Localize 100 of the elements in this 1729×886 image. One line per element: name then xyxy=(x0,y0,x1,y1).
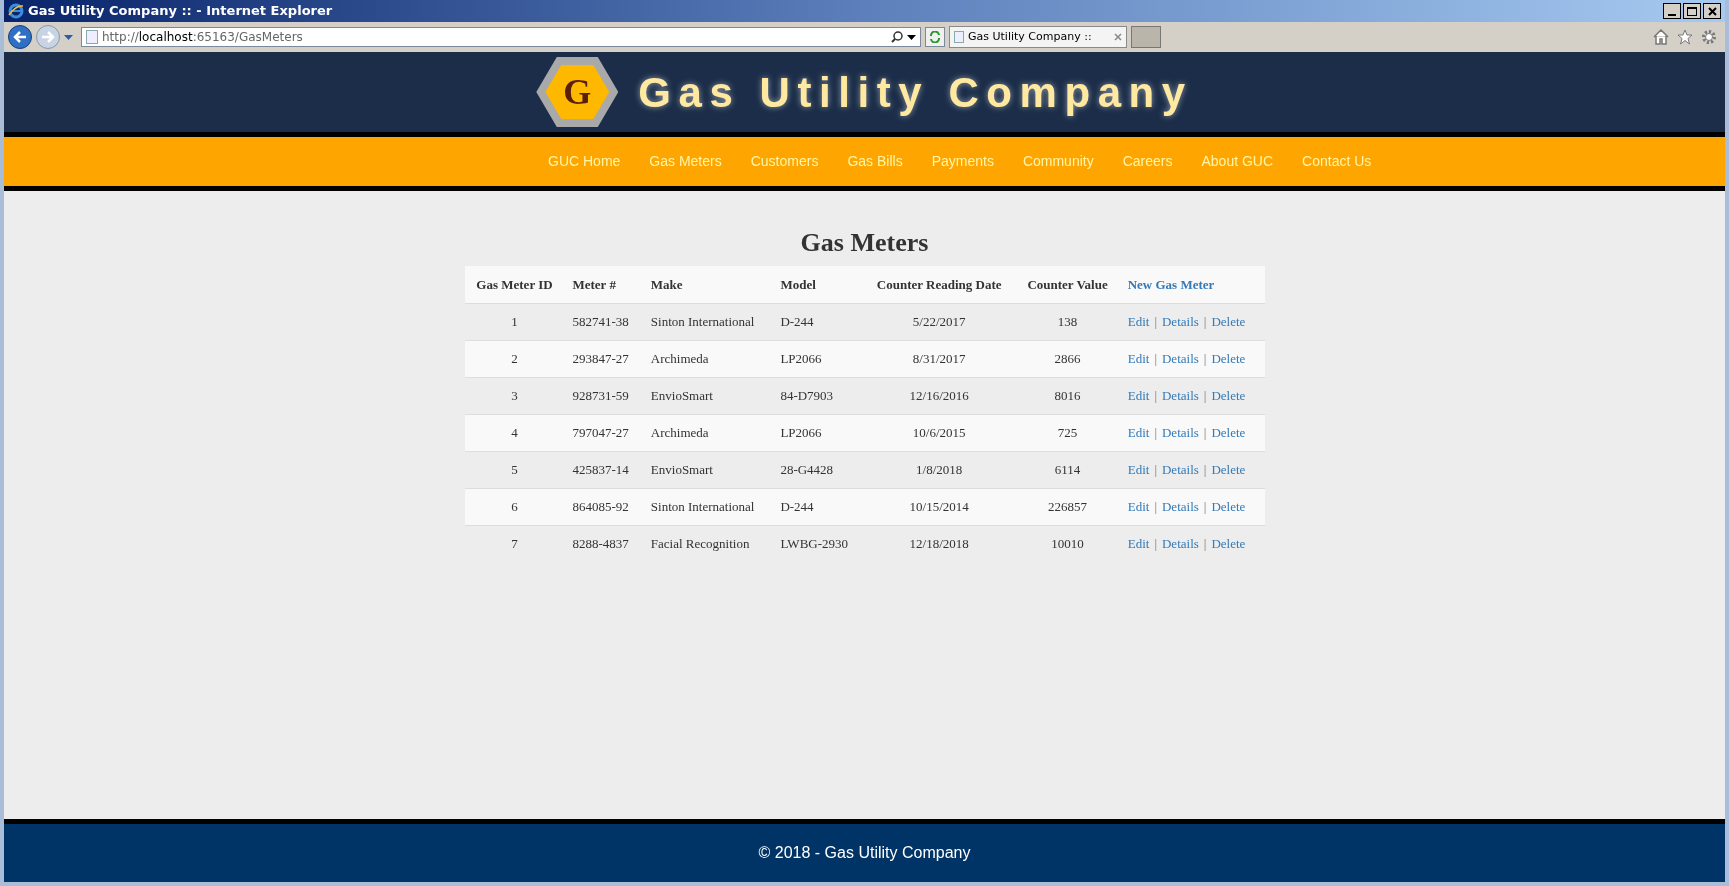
settings-icon[interactable] xyxy=(1701,29,1717,45)
column-header: Meter # xyxy=(564,266,643,303)
table-cell: 8/31/2017 xyxy=(863,340,1016,377)
table-cell: D-244 xyxy=(772,488,863,525)
close-icon[interactable] xyxy=(1114,33,1122,41)
table-cell: Sinton International xyxy=(642,303,773,340)
column-header: Make xyxy=(642,266,773,303)
column-header: Counter Reading Date xyxy=(863,266,1016,303)
table-cell: 6114 xyxy=(1015,451,1120,488)
action-link[interactable]: Delete xyxy=(1211,461,1246,477)
table-cell: LP2066 xyxy=(772,340,863,377)
footer-text: © 2018 - Gas Utility Company xyxy=(758,843,971,863)
refresh-button[interactable] xyxy=(925,27,945,47)
table-cell: 8288-4837 xyxy=(564,525,643,562)
close-button[interactable] xyxy=(1703,3,1721,19)
table-cell: 2 xyxy=(464,340,565,377)
action-link[interactable]: Edit xyxy=(1127,387,1150,403)
action-link[interactable]: Edit xyxy=(1127,498,1150,514)
separator: | xyxy=(1203,387,1207,403)
action-link[interactable]: Details xyxy=(1162,313,1199,329)
table-cell: 2866 xyxy=(1015,340,1120,377)
action-link[interactable]: Details xyxy=(1162,424,1199,440)
action-link[interactable]: Edit xyxy=(1127,461,1150,477)
action-link[interactable]: Details xyxy=(1162,498,1199,514)
table-cell: 1/8/2018 xyxy=(863,451,1016,488)
page-icon xyxy=(86,30,98,44)
dropdown-caret-icon[interactable] xyxy=(907,34,916,40)
new-gas-meter-link[interactable]: New Gas Meter xyxy=(1127,276,1215,292)
table-cell: 10010 xyxy=(1015,525,1120,562)
table-cell: Sinton International xyxy=(642,488,773,525)
browser-tab[interactable]: Gas Utility Company :: xyxy=(949,26,1127,48)
column-header: Model xyxy=(772,266,863,303)
action-link[interactable]: Edit xyxy=(1127,350,1150,366)
page-icon xyxy=(954,31,964,43)
action-link[interactable]: Delete xyxy=(1211,313,1246,329)
table-cell: Archimeda xyxy=(642,414,773,451)
column-header: Counter Value xyxy=(1015,266,1120,303)
back-arrow-icon xyxy=(13,31,27,43)
action-link[interactable]: Edit xyxy=(1127,536,1150,551)
action-link[interactable]: Details xyxy=(1162,350,1199,366)
action-link[interactable]: Delete xyxy=(1211,387,1246,403)
table-cell: Facial Recognition xyxy=(642,525,773,562)
maximize-button[interactable] xyxy=(1683,3,1701,19)
separator: | xyxy=(1154,387,1157,403)
separator: | xyxy=(1154,461,1157,477)
minimize-icon xyxy=(1668,14,1676,16)
table-cell: 725 xyxy=(1015,414,1120,451)
action-link[interactable]: Details xyxy=(1162,536,1199,551)
table-cell: 28-G4428 xyxy=(772,451,863,488)
site-name: Gas Utility Company xyxy=(638,67,1193,118)
table-cell: LWBG-2930 xyxy=(772,525,863,562)
table-cell: D-244 xyxy=(772,303,863,340)
separator: | xyxy=(1203,424,1207,440)
column-header: Gas Meter ID xyxy=(464,266,565,303)
separator: | xyxy=(1154,536,1157,551)
home-icon[interactable] xyxy=(1653,29,1669,45)
separator: | xyxy=(1154,424,1157,440)
separator: | xyxy=(1203,461,1207,477)
action-link[interactable]: Delete xyxy=(1211,536,1246,551)
separator: | xyxy=(1154,350,1157,366)
separator: | xyxy=(1203,350,1207,366)
tab-label: Gas Utility Company :: xyxy=(968,28,1092,45)
star-icon[interactable] xyxy=(1677,29,1693,45)
table-cell: 8016 xyxy=(1015,377,1120,414)
action-link[interactable]: Delete xyxy=(1211,350,1246,366)
separator: | xyxy=(1203,498,1207,514)
separator: | xyxy=(1203,313,1207,329)
table-cell: 3 xyxy=(464,377,565,414)
action-link[interactable]: Details xyxy=(1162,461,1199,477)
table-cell: LP2066 xyxy=(772,414,863,451)
action-link[interactable]: Details xyxy=(1162,387,1199,403)
logo-letter: G xyxy=(563,71,592,114)
action-link[interactable]: Edit xyxy=(1127,424,1150,440)
table-cell: 425837-14 xyxy=(564,451,643,488)
table-cell: 5/22/2017 xyxy=(863,303,1016,340)
url-text: http://localhost:65163/GasMeters xyxy=(102,29,303,46)
action-link[interactable]: Delete xyxy=(1211,424,1246,440)
separator: | xyxy=(1154,313,1157,329)
page-title: Gas Meters xyxy=(800,227,929,259)
separator: | xyxy=(1154,498,1157,514)
table-cell: 138 xyxy=(1015,303,1120,340)
address-field[interactable]: http://localhost:65163/GasMeters xyxy=(81,27,921,47)
window-title: Gas Utility Company :: - Internet Explorer xyxy=(28,2,333,21)
browser-logo-icon xyxy=(8,3,24,19)
action-link[interactable]: Delete xyxy=(1211,498,1246,514)
forward-arrow-icon xyxy=(41,31,55,43)
table-cell: 12/16/2016 xyxy=(863,377,1016,414)
table-cell: 582741-38 xyxy=(564,303,643,340)
table-cell: 4 xyxy=(464,414,565,451)
table-cell: 84-D7903 xyxy=(772,377,863,414)
table-cell: 864085-92 xyxy=(564,488,643,525)
table-cell: 7 xyxy=(464,525,565,562)
table-cell: 928731-59 xyxy=(564,377,643,414)
action-link[interactable]: Edit xyxy=(1127,313,1150,329)
search-icon xyxy=(891,31,903,43)
table-cell: 12/18/2018 xyxy=(863,525,1016,562)
minimize-button[interactable] xyxy=(1663,3,1681,19)
back-button[interactable] xyxy=(8,25,32,49)
table-cell: 10/15/2014 xyxy=(863,488,1016,525)
table-cell: EnvioSmart xyxy=(642,377,773,414)
